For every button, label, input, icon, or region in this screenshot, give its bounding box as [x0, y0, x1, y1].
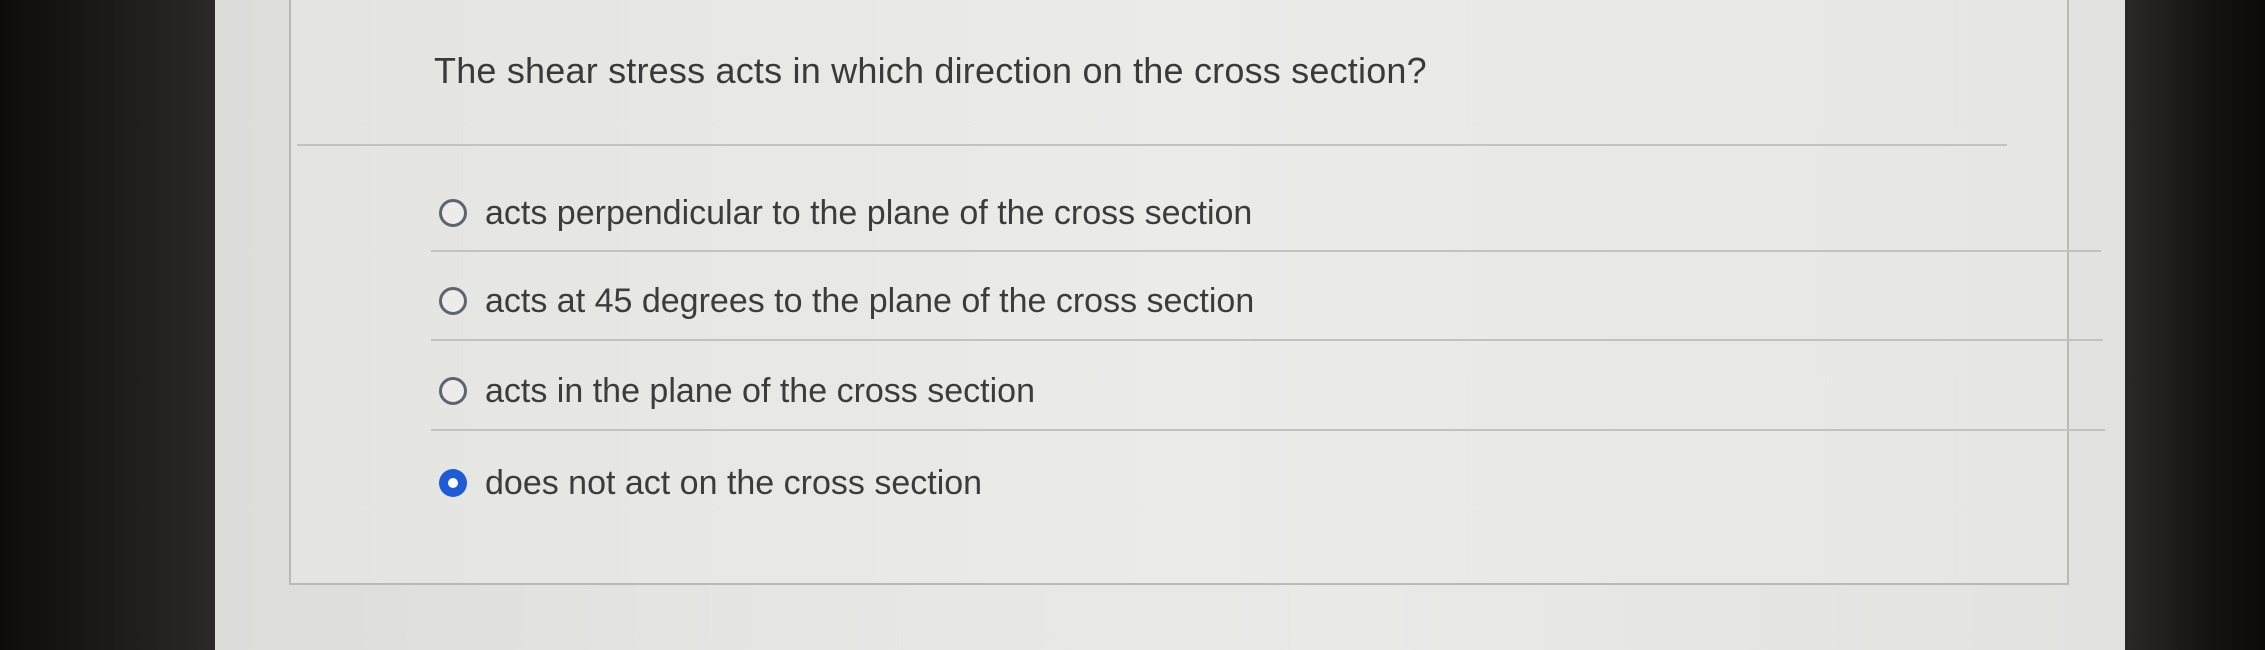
answer-divider	[431, 339, 2103, 341]
answer-option-4[interactable]: does not act on the cross section	[439, 458, 982, 508]
question-text: The shear stress acts in which direction…	[434, 50, 1427, 91]
question-card: The shear stress acts in which direction…	[289, 0, 2105, 585]
radio-unselected-icon[interactable]	[439, 199, 467, 227]
radio-unselected-icon[interactable]	[439, 287, 467, 315]
radio-unselected-icon[interactable]	[439, 377, 467, 405]
answer-divider	[431, 429, 2105, 431]
device-bezel-left	[0, 0, 215, 650]
answer-option-2[interactable]: acts at 45 degrees to the plane of the c…	[439, 276, 1254, 326]
answer-label[interactable]: does not act on the cross section	[485, 464, 982, 503]
device-bezel-right	[2125, 0, 2265, 650]
question-divider	[297, 144, 2007, 146]
answer-label[interactable]: acts in the plane of the cross section	[485, 372, 1035, 411]
answer-label[interactable]: acts at 45 degrees to the plane of the c…	[485, 282, 1254, 321]
radio-selected-icon[interactable]	[439, 469, 467, 497]
answer-option-1[interactable]: acts perpendicular to the plane of the c…	[439, 188, 1252, 238]
answer-option-3[interactable]: acts in the plane of the cross section	[439, 366, 1035, 416]
answer-divider	[431, 250, 2101, 252]
answer-label[interactable]: acts perpendicular to the plane of the c…	[485, 194, 1252, 233]
screen: The shear stress acts in which direction…	[215, 0, 2125, 650]
